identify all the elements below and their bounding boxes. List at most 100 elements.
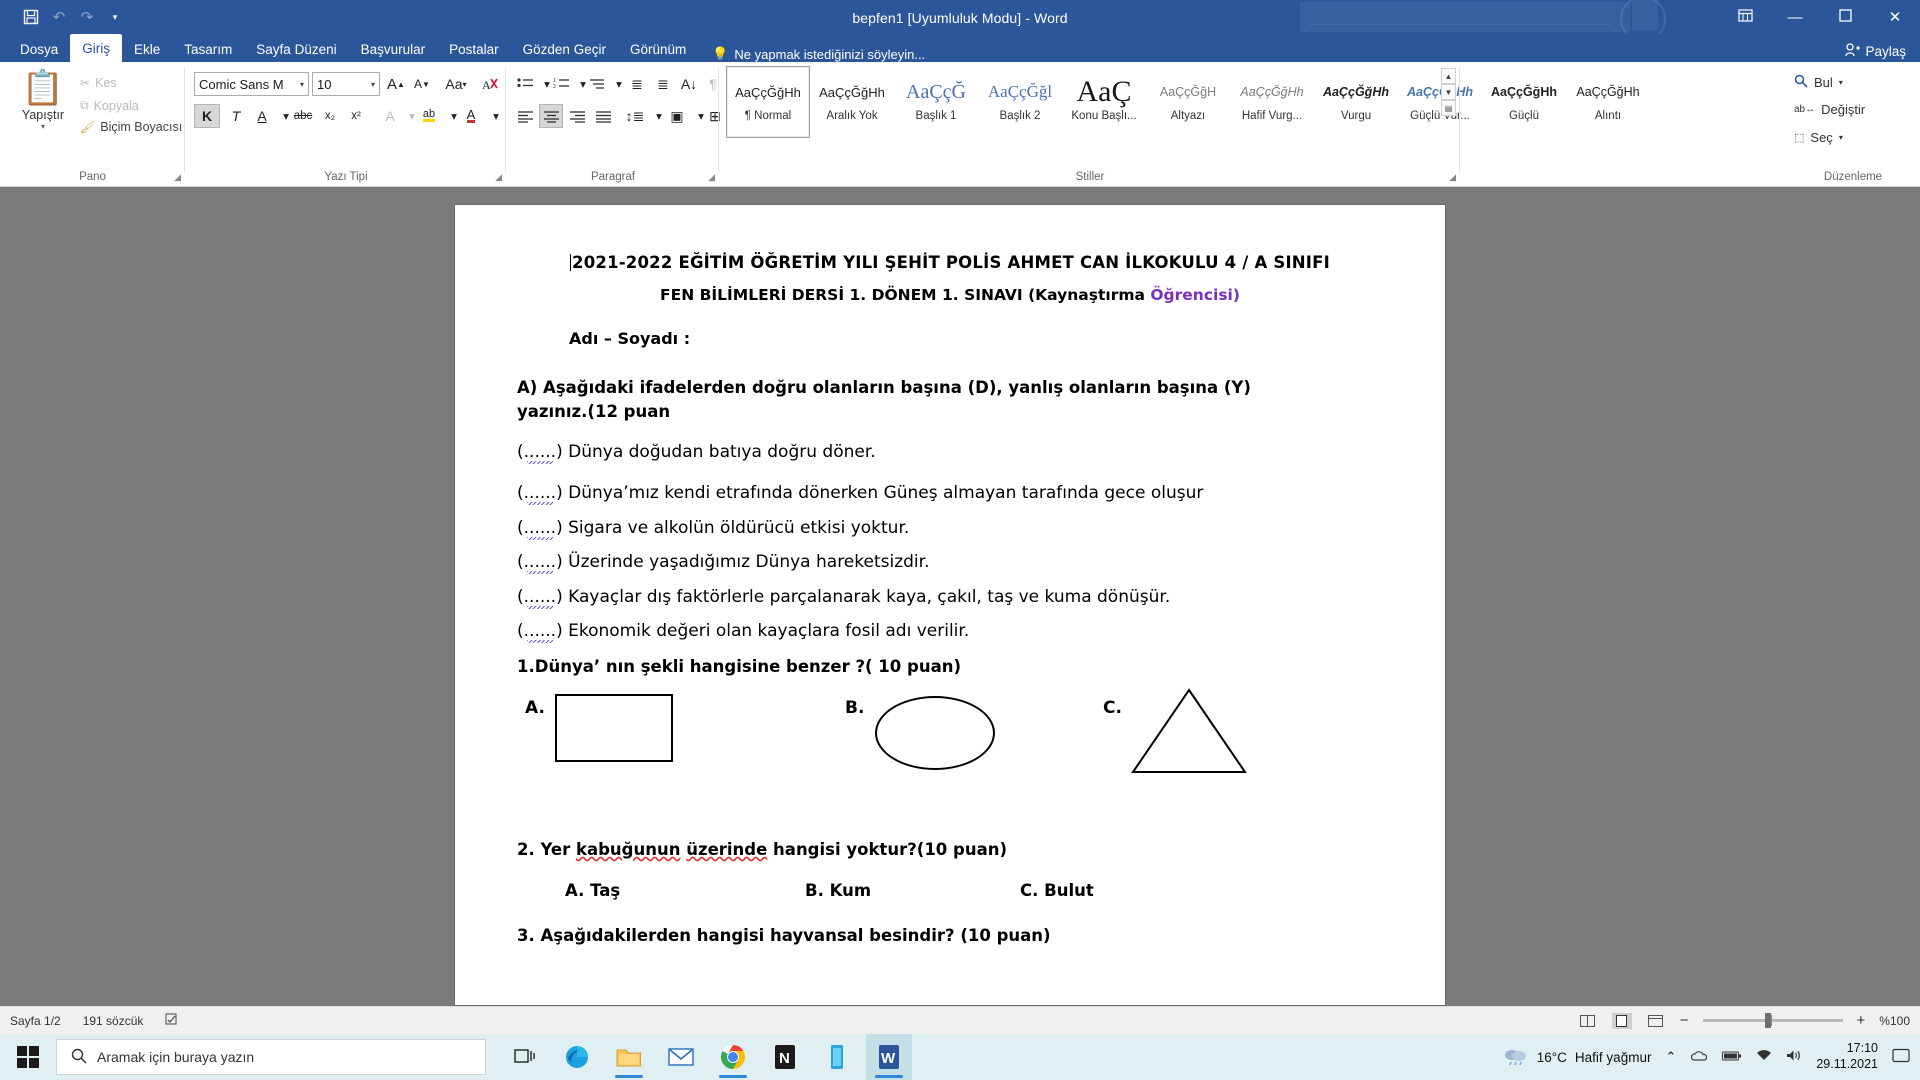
zoom-slider[interactable] — [1702, 1013, 1843, 1028]
multilevel-list-icon[interactable] — [585, 72, 609, 96]
style-item-heading1[interactable]: AaÇçĞ Başlık 1 — [894, 66, 978, 138]
show-hidden-icons-icon[interactable]: ⌃ — [1665, 1049, 1676, 1065]
store-icon[interactable] — [814, 1034, 860, 1080]
font-name-combobox[interactable]: Comic Sans M ▾ — [194, 72, 309, 96]
font-size-combobox[interactable]: 10 ▾ — [312, 72, 380, 96]
clear-formatting-icon[interactable]: A — [478, 72, 502, 96]
taskbar-app-icons[interactable]: N W — [502, 1034, 912, 1080]
battery-icon[interactable] — [1722, 1050, 1742, 1065]
style-item-no-spacing[interactable]: AaÇçĞğHh Aralık Yok — [810, 66, 894, 138]
chevron-down-icon[interactable]: ▾ — [1839, 133, 1843, 142]
chrome-icon[interactable] — [710, 1034, 756, 1080]
file-explorer-icon[interactable] — [606, 1034, 652, 1080]
gallery-scroll-up-icon[interactable]: ▲ — [1441, 68, 1456, 84]
chevron-down-icon[interactable]: ▾ — [371, 80, 375, 89]
replace-button[interactable]: ab↔ Değiştir — [1794, 102, 1865, 117]
tab-dosya[interactable]: Dosya — [8, 36, 70, 62]
weather-widget[interactable]: 16°C Hafif yağmur — [1503, 1046, 1651, 1069]
onedrive-icon[interactable] — [1690, 1049, 1708, 1066]
style-item-title[interactable]: AaÇ Konu Başlı... — [1062, 66, 1146, 138]
style-item-subtle-emphasis[interactable]: AaÇçĞğHh Hafif Vurg... — [1230, 66, 1314, 138]
zoom-slider-thumb[interactable] — [1764, 1013, 1771, 1028]
zoom-out-button[interactable]: − — [1680, 1012, 1689, 1029]
mail-icon[interactable] — [658, 1034, 704, 1080]
ribbon-display-options-icon[interactable] — [1734, 8, 1756, 26]
styles-gallery[interactable]: AaÇçĞğHh ¶ Normal AaÇçĞğHh Aralık Yok Aa… — [726, 66, 1650, 138]
window-controls[interactable]: — ✕ — [1734, 0, 1906, 34]
style-item-intense-emphasis[interactable]: AaÇçĞğHh Güçlü Vur... — [1398, 66, 1482, 138]
chevron-down-icon[interactable]: ▾ — [14, 122, 72, 131]
increase-indent-icon[interactable]: ≣ — [651, 72, 675, 96]
bullets-icon[interactable] — [513, 72, 537, 96]
chevron-down-icon[interactable]: ▾ — [300, 80, 304, 89]
gallery-more-icon[interactable]: ▤ — [1441, 100, 1456, 116]
find-button[interactable]: Bul ▾ — [1794, 74, 1843, 91]
tab-ekle[interactable]: Ekle — [122, 36, 172, 62]
shrink-font-button[interactable]: A ▼ — [410, 72, 434, 96]
network-icon[interactable] — [1756, 1049, 1772, 1065]
print-layout-icon[interactable] — [1611, 1012, 1632, 1029]
shading-icon[interactable]: ▣ — [665, 104, 689, 128]
sort-icon[interactable]: A↓ — [677, 72, 701, 96]
clock[interactable]: 17:10 29.11.2021 — [1816, 1041, 1878, 1072]
zoom-in-button[interactable]: + — [1857, 1012, 1866, 1029]
format-painter-button[interactable]: 🖌 Biçim Boyacısı — [80, 120, 182, 134]
page-indicator[interactable]: Sayfa 1/2 — [10, 1014, 61, 1028]
tab-basvurular[interactable]: Başvurular — [349, 36, 438, 62]
style-item-emphasis[interactable]: AaÇçĞğHh Vurgu — [1314, 66, 1398, 138]
share-button[interactable]: Paylaş — [1845, 43, 1906, 60]
highlight-button[interactable]: ab — [416, 104, 442, 128]
taskbar-search-input[interactable]: Aramak için buraya yazın — [56, 1039, 486, 1075]
proofing-icon[interactable] — [165, 1012, 180, 1029]
line-spacing-icon[interactable]: ↕≣ — [623, 104, 647, 128]
style-item-normal[interactable]: AaÇçĞğHh ¶ Normal — [726, 66, 810, 138]
align-left-icon[interactable] — [513, 104, 537, 128]
align-center-icon[interactable] — [539, 104, 563, 128]
tab-giris[interactable]: Giriş — [70, 34, 123, 62]
minimize-icon[interactable]: — — [1784, 10, 1806, 25]
underline-button[interactable]: A — [250, 104, 274, 128]
start-button[interactable] — [0, 1034, 56, 1080]
document-body[interactable]: 2021-2022 EĞİTİM ÖĞRETİM YILI ŞEHİT POLİ… — [455, 205, 1445, 945]
tab-postalar[interactable]: Postalar — [437, 36, 511, 62]
tab-gozden-gecir[interactable]: Gözden Geçir — [511, 36, 618, 62]
superscript-button[interactable]: x² — [344, 104, 368, 128]
style-item-strong[interactable]: AaÇçĞğHh Güçlü — [1482, 66, 1566, 138]
bold-button[interactable]: K — [194, 104, 220, 128]
tab-gorunum[interactable]: Görünüm — [618, 36, 698, 62]
cut-button[interactable]: ✂ Kes — [80, 76, 117, 90]
select-button[interactable]: ⬚ Seç ▾ — [1794, 130, 1843, 145]
task-view-icon[interactable] — [502, 1034, 548, 1080]
justify-icon[interactable] — [591, 104, 615, 128]
style-item-quote[interactable]: AaÇçĞğHh Alıntı — [1566, 66, 1650, 138]
ribbon-tab-bar[interactable]: Dosya Giriş Ekle Tasarım Sayfa Düzeni Ba… — [0, 34, 1920, 62]
text-effects-button[interactable]: A — [378, 104, 402, 128]
notification-center-icon[interactable] — [1892, 1048, 1910, 1066]
web-layout-icon[interactable] — [1646, 1013, 1666, 1029]
change-case-button[interactable]: Aa ▾ — [438, 72, 474, 96]
style-item-heading2[interactable]: AaÇçĞğl Başlık 2 — [978, 66, 1062, 138]
tab-tasarim[interactable]: Tasarım — [172, 36, 244, 62]
align-right-icon[interactable] — [565, 104, 589, 128]
numbering-icon[interactable]: 12 — [549, 72, 573, 96]
copy-button[interactable]: ⧉ Kopyala — [80, 98, 139, 113]
paste-button[interactable]: 📋 Yapıştır ▾ — [14, 70, 72, 131]
close-icon[interactable]: ✕ — [1884, 10, 1906, 25]
restore-icon[interactable] — [1834, 9, 1856, 25]
read-mode-icon[interactable] — [1578, 1013, 1598, 1029]
word-count[interactable]: 191 sözcük — [83, 1014, 144, 1028]
strikethrough-button[interactable]: abc — [290, 104, 316, 128]
styles-dialog-launcher[interactable]: ◢ — [1449, 172, 1456, 183]
italic-button[interactable]: T — [224, 104, 248, 128]
tab-sayfa-duzeni[interactable]: Sayfa Düzeni — [244, 36, 348, 62]
document-page[interactable]: 2021-2022 EĞİTİM ÖĞRETİM YILI ŞEHİT POLİ… — [455, 205, 1445, 1005]
subscript-button[interactable]: x₂ — [318, 104, 342, 128]
chevron-down-icon[interactable]: ▾ — [1839, 78, 1843, 87]
style-item-subtitle[interactable]: AaÇçĞğH Altyazı — [1146, 66, 1230, 138]
gallery-scroll-down-icon[interactable]: ▼ — [1441, 84, 1456, 100]
styles-gallery-scroll[interactable]: ▲ ▼ ▤ — [1441, 68, 1456, 116]
decrease-indent-icon[interactable]: ≣ — [625, 72, 649, 96]
zoom-level[interactable]: %100 — [1879, 1014, 1910, 1028]
onenote-icon[interactable]: N — [762, 1034, 808, 1080]
pano-dialog-launcher[interactable]: ◢ — [174, 172, 181, 183]
